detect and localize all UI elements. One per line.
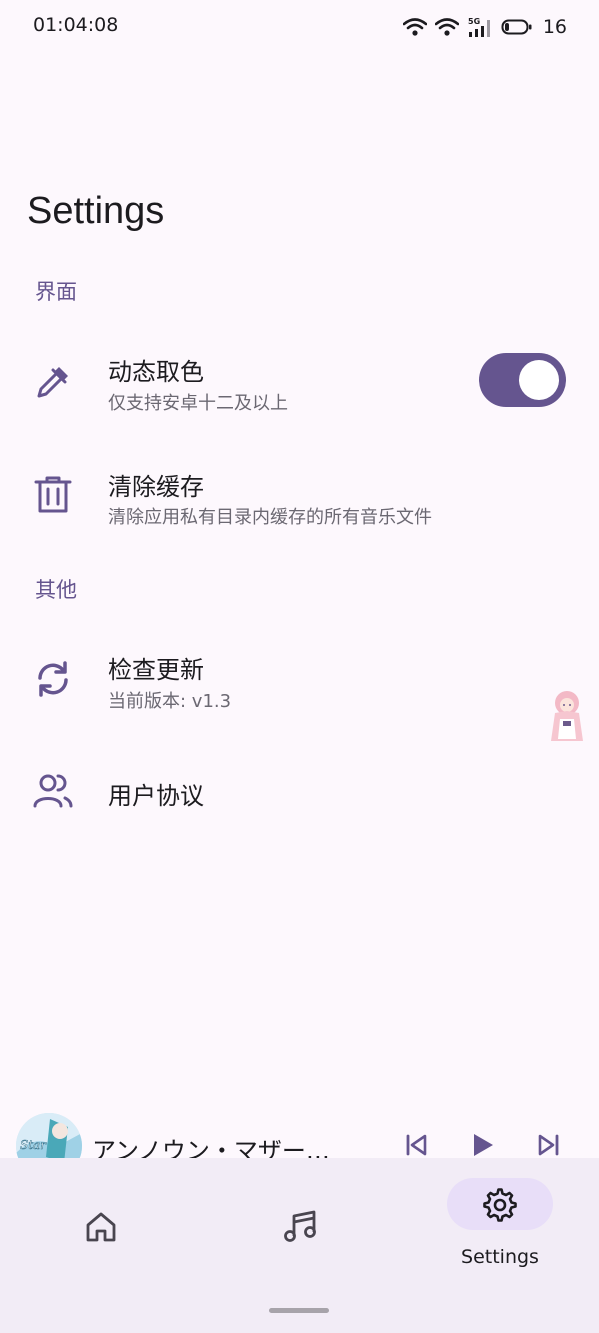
clear-cache-subtitle: 清除应用私有目录内缓存的所有音乐文件 (108, 507, 432, 528)
trash-icon (34, 476, 72, 513)
status-bar: 01:04:08 5G 16 (0, 0, 599, 52)
bottom-navigation: Settings (0, 1158, 599, 1333)
home-icon (86, 1212, 116, 1242)
section-header-other: 其他 (35, 578, 77, 602)
nav-settings-label[interactable]: Settings (430, 1246, 570, 1268)
play-icon[interactable] (467, 1130, 497, 1160)
status-time: 01:04:08 (33, 14, 119, 36)
section-header-interface: 界面 (35, 280, 77, 304)
wifi-icon (402, 18, 427, 36)
page-title: Settings (27, 190, 165, 232)
clear-cache-title: 清除缓存 (108, 473, 204, 501)
user-agreement-setting[interactable]: 用户协议 (0, 750, 599, 834)
check-update-title: 检查更新 (108, 656, 204, 684)
check-update-setting[interactable]: 检查更新 当前版本: v1.3 (0, 628, 599, 728)
skip-previous-icon[interactable] (401, 1130, 431, 1160)
mascot-sticker[interactable] (545, 685, 589, 745)
dynamic-color-subtitle: 仅支持安卓十二及以上 (108, 393, 288, 414)
toggle-knob (519, 360, 559, 400)
nav-home[interactable] (40, 1158, 160, 1278)
album-art-text: Star (20, 1138, 47, 1152)
nav-settings[interactable] (447, 1178, 553, 1230)
status-icons: 5G 16 (402, 14, 567, 40)
network-type-label: 5G (468, 17, 480, 26)
users-icon (33, 774, 73, 808)
battery-icon (501, 19, 532, 35)
dynamic-color-toggle[interactable] (479, 353, 566, 407)
cellular-signal-icon: 5G (468, 17, 490, 37)
dynamic-color-title: 动态取色 (108, 358, 204, 386)
nav-music[interactable] (239, 1158, 359, 1278)
skip-next-icon[interactable] (534, 1130, 564, 1160)
music-note-icon (284, 1210, 316, 1242)
gear-icon (483, 1188, 517, 1222)
battery-level: 16 (542, 16, 567, 38)
wifi-icon (434, 18, 459, 36)
home-indicator[interactable] (269, 1308, 329, 1313)
color-picker-icon (37, 367, 68, 398)
user-agreement-title: 用户协议 (108, 782, 204, 810)
clear-cache-setting[interactable]: 清除缓存 清除应用私有目录内缓存的所有音乐文件 (0, 445, 599, 545)
check-update-subtitle: 当前版本: v1.3 (108, 691, 232, 712)
sync-icon (38, 661, 68, 697)
